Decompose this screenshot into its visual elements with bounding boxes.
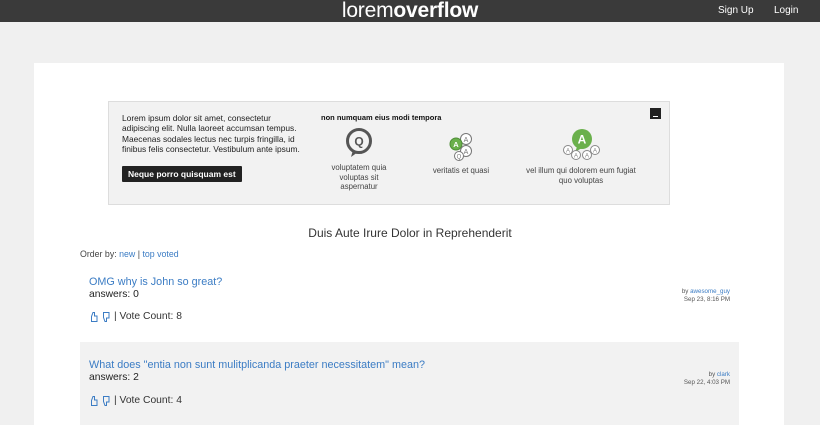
svg-text:Q: Q — [457, 155, 462, 161]
question-item: OMG why is John so great? answers: 0 by … — [80, 266, 739, 332]
question-title-link[interactable]: OMG why is John so great? — [89, 276, 222, 288]
top-navbar: loremoverflow Sign Up Login — [0, 0, 820, 22]
thumbs-down-icon[interactable] — [102, 311, 110, 322]
minimize-icon[interactable] — [650, 108, 661, 119]
svg-text:Q: Q — [354, 135, 363, 149]
signup-link[interactable]: Sign Up — [718, 0, 754, 22]
svg-text:A: A — [585, 154, 589, 160]
order-top-voted-link[interactable]: top voted — [142, 249, 178, 259]
order-by-bar: Order by: new | top voted — [80, 249, 179, 259]
page-subtitle: Duis Aute Irure Dolor in Reprehenderit — [308, 226, 512, 240]
question-date: Sep 23, 8:16 PM — [683, 295, 730, 303]
svg-text:A: A — [593, 149, 597, 155]
qa-bubbles-icon: A A A Q — [449, 133, 472, 161]
svg-text:A: A — [453, 140, 459, 149]
brand-bold: overflow — [393, 0, 479, 22]
question-meta: by clark Sep 22, 4:03 PM — [684, 371, 730, 386]
intro-box: Lorem ipsum dolor sit amet, consectetur … — [108, 101, 670, 205]
intro-heading: non numquam eius modi tempora — [321, 113, 442, 122]
svg-text:A: A — [566, 149, 570, 155]
feature-ask-caption: voluptatem quia voluptas sit aspernatur — [331, 163, 387, 191]
order-new-link[interactable]: new — [119, 249, 135, 259]
svg-text:A: A — [464, 149, 469, 156]
question-title-link[interactable]: What does "entia non sunt mulitplicanda … — [89, 359, 425, 371]
by-label: by — [708, 371, 716, 378]
question-bubble-icon: Q — [346, 128, 372, 157]
vote-bar: | Vote Count: 4 — [90, 395, 182, 406]
svg-text:A: A — [578, 133, 587, 147]
feature-answer-caption: vel illum qui dolorem eum fugiat quo vol… — [526, 166, 636, 185]
thumbs-up-icon[interactable] — [90, 395, 98, 406]
question-meta: by awesome_guy Sep 23, 8:16 PM — [682, 288, 730, 303]
intro-cta-button[interactable]: Neque porro quisquam est — [122, 166, 242, 182]
svg-text:A: A — [464, 137, 469, 144]
question-date: Sep 22, 4:03 PM — [683, 378, 730, 386]
question-item: What does "entia non sunt mulitplicanda … — [80, 342, 739, 425]
author-link[interactable]: awesome_guy — [690, 288, 730, 295]
feature-answer: A A A A A vel illum qui dolorem eum fugi… — [521, 128, 641, 185]
svg-text:A: A — [574, 154, 578, 160]
thumbs-down-icon[interactable] — [102, 395, 110, 406]
feature-ask: Q voluptatem quia voluptas sit aspernatu… — [327, 128, 391, 192]
intro-text: Lorem ipsum dolor sit amet, consectetur … — [122, 113, 300, 154]
brand-logo[interactable]: loremoverflow — [0, 0, 820, 22]
author-link[interactable]: clark — [717, 371, 730, 378]
answer-count: answers: 0 — [89, 289, 139, 300]
order-by-label: Order by: — [80, 249, 117, 259]
feature-qa-caption: veritatis et quasi — [432, 166, 490, 175]
thumbs-up-icon[interactable] — [90, 311, 98, 322]
by-label: by — [681, 288, 689, 295]
vote-count: | Vote Count: 4 — [114, 395, 182, 406]
feature-qa: A A A Q veritatis et quasi — [421, 132, 501, 176]
brand-light: lorem — [341, 0, 394, 22]
answer-count: answers: 2 — [89, 372, 139, 383]
login-link[interactable]: Login — [774, 0, 798, 22]
vote-count: | Vote Count: 8 — [114, 311, 182, 322]
vote-bar: | Vote Count: 8 — [90, 311, 182, 322]
answer-bubbles-icon: A A A A A — [563, 129, 600, 160]
order-separator: | — [137, 249, 141, 259]
